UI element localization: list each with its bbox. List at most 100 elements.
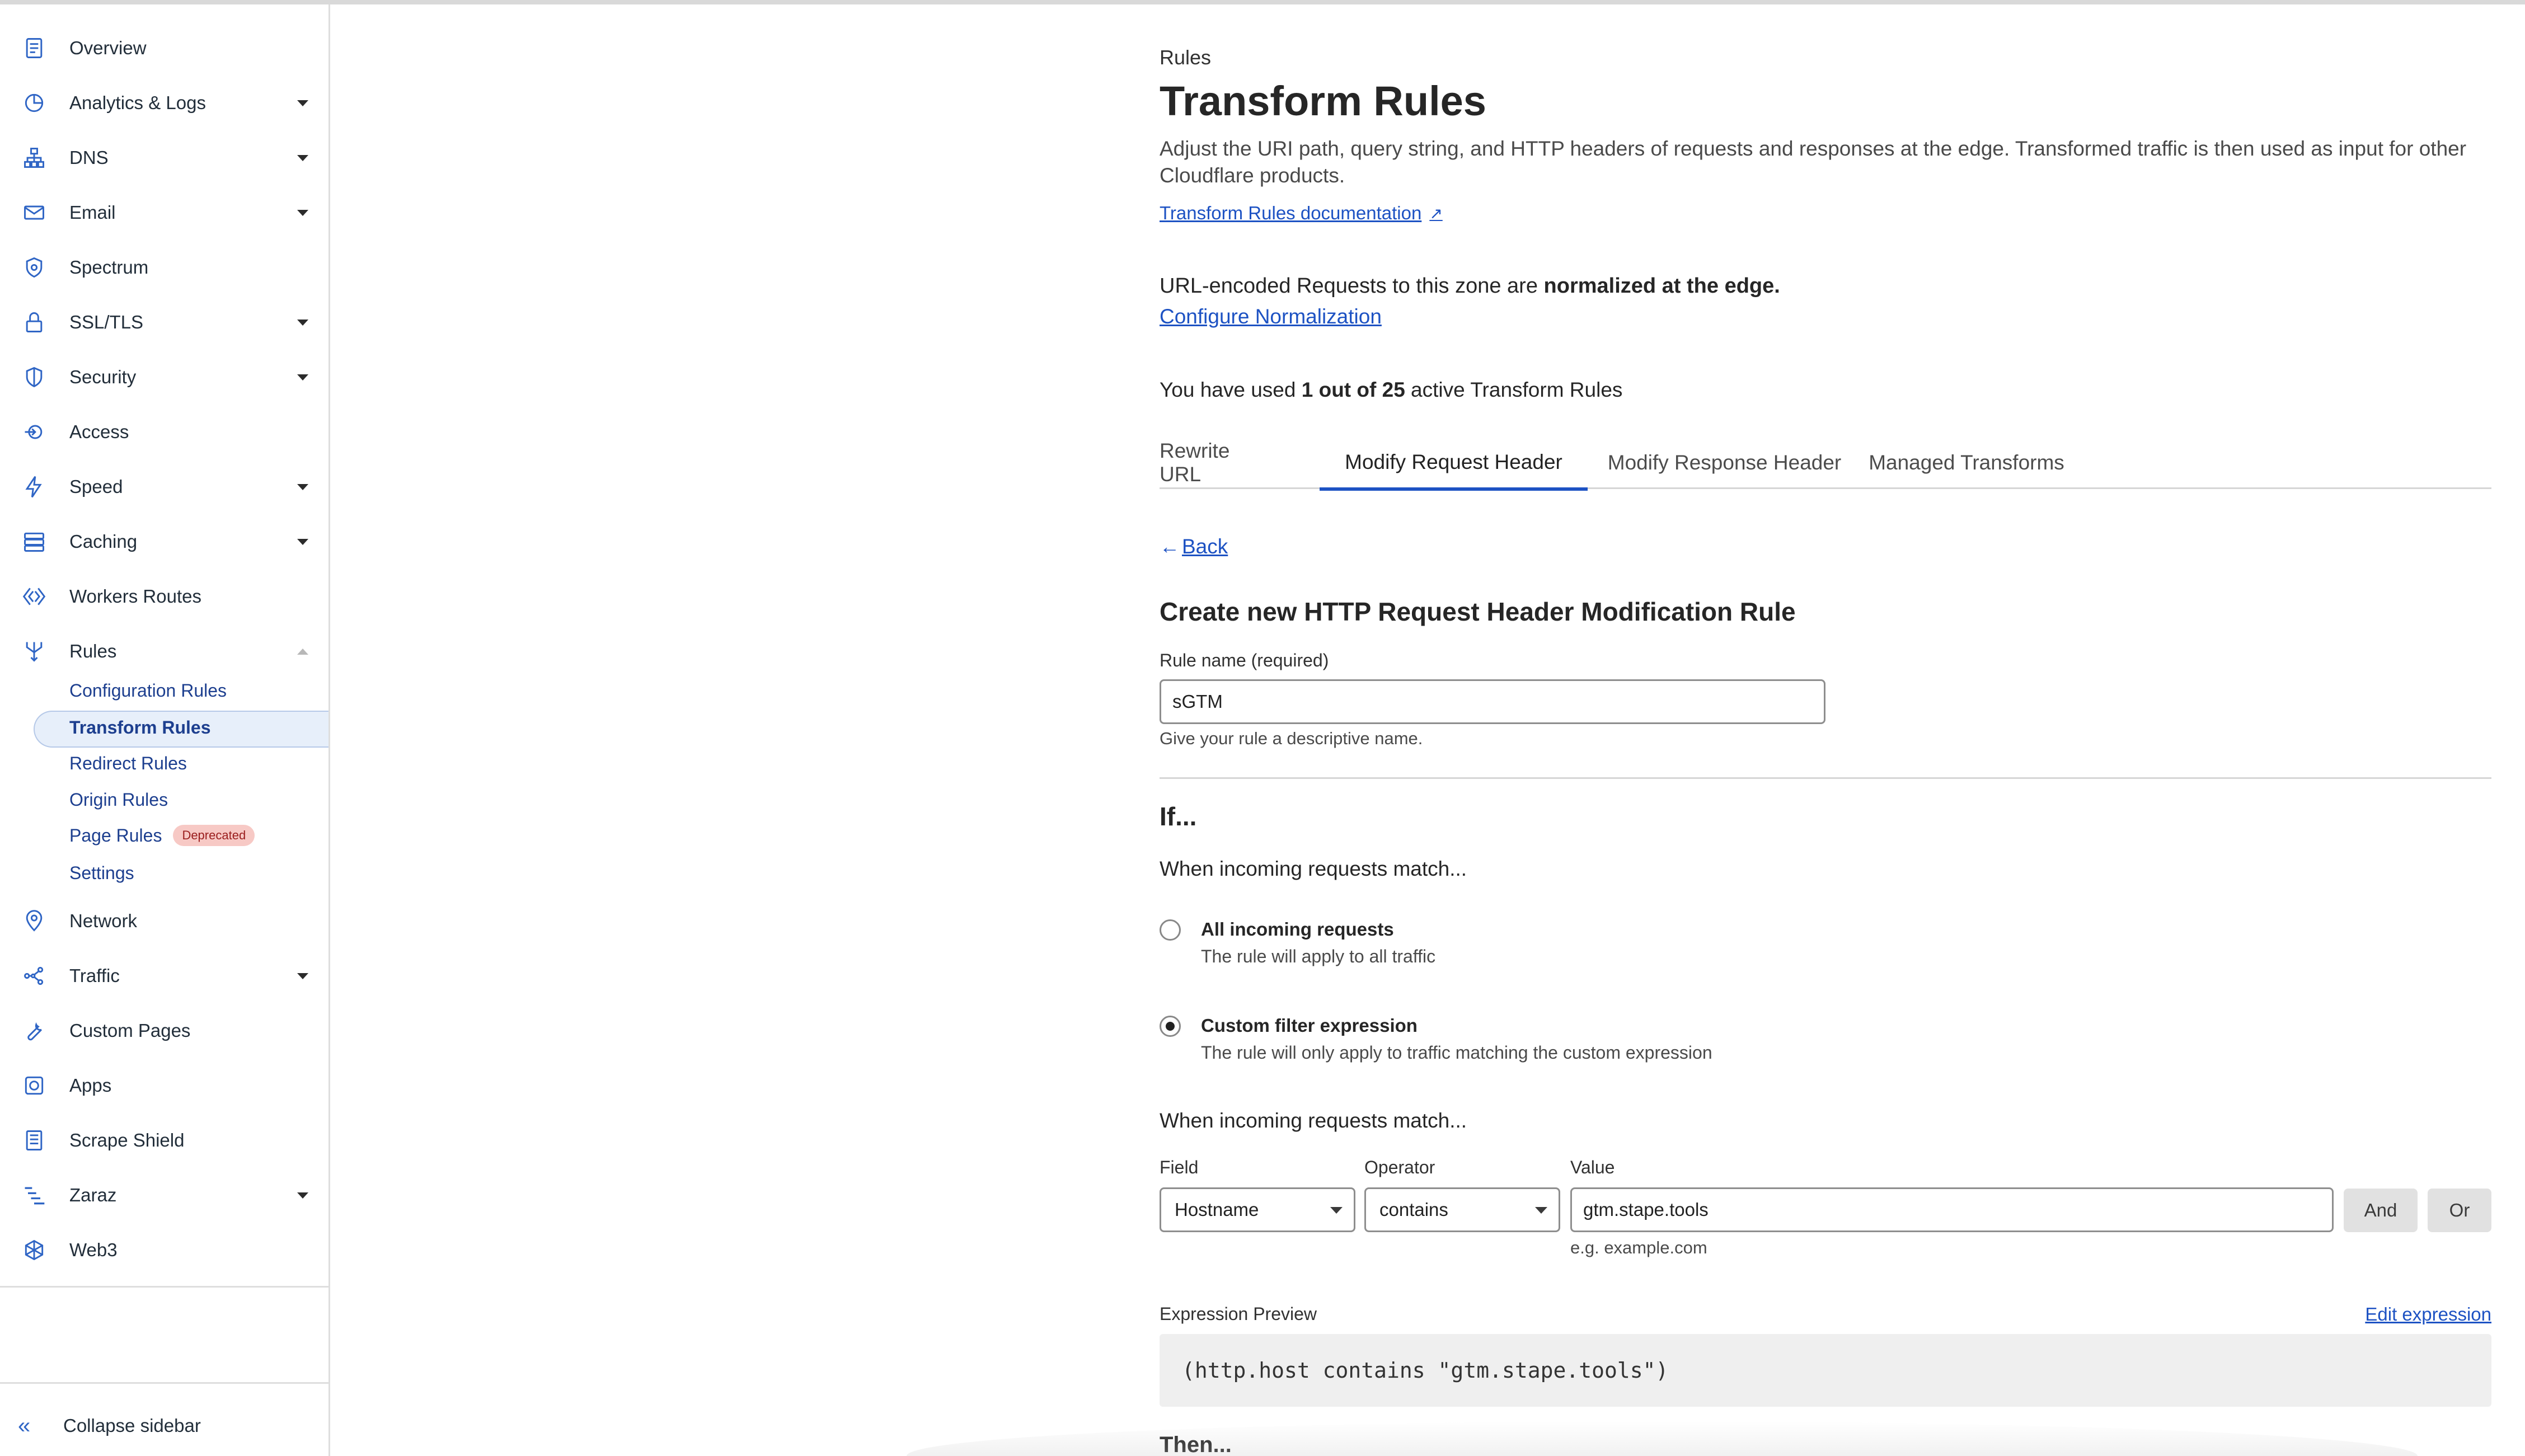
sidebar-item-rules[interactable]: Rules (0, 629, 328, 674)
sidebar-item-analytics-logs[interactable]: Analytics & Logs (0, 81, 328, 125)
sidebar-item-overview[interactable]: Overview (0, 26, 328, 71)
sidebar-subitem-transform-rules[interactable]: Transform Rules (69, 717, 211, 738)
sidebar-item-label: Custom Pages (69, 1020, 191, 1041)
envelope-icon (20, 199, 48, 227)
tab-label: Modify Response Header (1607, 451, 1842, 474)
sidebar-item-label: Speed (69, 476, 123, 497)
chevron-down-icon (297, 538, 308, 545)
chevron-up-icon (297, 648, 308, 655)
radio-custom-filter-expression[interactable] (1160, 1016, 1181, 1037)
field-select[interactable]: Hostname (1160, 1187, 1355, 1232)
tab-modify-response-header[interactable]: Modify Response Header (1603, 436, 1846, 489)
sidebar-item-label: Security (69, 367, 137, 387)
chevron-down-icon (297, 209, 308, 216)
sidebar-item-label: Spectrum (69, 257, 149, 278)
chevron-down-icon (297, 483, 308, 490)
sidebar-item-zaraz[interactable]: Zaraz (0, 1173, 328, 1218)
operator-select[interactable]: contains (1364, 1187, 1560, 1232)
sidebar-item-dns[interactable]: DNS (0, 135, 328, 180)
zaraz-lines-icon (20, 1181, 48, 1209)
sidebar-item-label: Analytics & Logs (69, 92, 206, 113)
edit-expression-link[interactable]: Edit expression (2365, 1304, 2491, 1325)
sidebar-subitem-page-rules[interactable]: Page Rules Deprecated (69, 825, 255, 846)
usage-count: 1 out of 25 (1301, 378, 1405, 401)
sidebar-item-label: Rules (69, 641, 117, 661)
sidebar-item-apps[interactable]: Apps (0, 1063, 328, 1108)
sidebar-item-speed[interactable]: Speed (0, 464, 328, 509)
documentation-link[interactable]: Transform Rules documentation ↗ (1160, 203, 1443, 224)
tab-label: Rewrite URL (1160, 439, 1230, 486)
usage-prefix: You have used (1160, 378, 1302, 401)
sidebar-item-label: Traffic (69, 965, 120, 986)
sidebar-item-access[interactable]: Access (0, 410, 328, 454)
shield-gear-icon (20, 253, 48, 281)
radio-all-incoming-requests[interactable] (1160, 919, 1181, 941)
sidebar-item-ssl-tls[interactable]: SSL/TLS (0, 300, 328, 345)
sidebar-subitem-settings[interactable]: Settings (69, 863, 134, 884)
if-title: If... (1160, 802, 1197, 831)
web3-hex-icon (20, 1236, 48, 1264)
tab-managed-transforms[interactable]: Managed Transforms (1863, 436, 2070, 489)
sidebar-item-label: Email (69, 202, 116, 223)
rule-name-help: Give your rule a descriptive name. (1160, 729, 1423, 748)
shield-icon (20, 363, 48, 391)
sidebar-item-label: Scrape Shield (69, 1130, 185, 1150)
sidebar-item-traffic[interactable]: Traffic (0, 954, 328, 998)
collapse-sidebar-button[interactable]: « Collapse sidebar (0, 1403, 328, 1448)
breadcrumb: Rules (1160, 46, 1212, 69)
normalization-bold-text: normalized at the edge. (1543, 274, 1780, 298)
sidebar-item-security[interactable]: Security (0, 355, 328, 400)
sidebar-item-email[interactable]: Email (0, 190, 328, 235)
main-content: Rules Transform Rules Adjust the URI pat… (1160, 0, 2491, 1456)
documentation-link-label: Transform Rules documentation (1160, 203, 1422, 223)
sidebar-item-spectrum[interactable]: Spectrum (0, 245, 328, 290)
sidebar-item-custom-pages[interactable]: Custom Pages (0, 1008, 328, 1053)
share-nodes-icon (20, 962, 48, 990)
rule-name-input[interactable]: sGTM (1160, 679, 1825, 724)
operator-select-value: contains (1379, 1199, 1448, 1220)
network-tree-icon (20, 144, 48, 172)
configure-normalization-link[interactable]: Configure Normalization (1160, 305, 1382, 328)
sidebar-subitem-label: Configuration Rules (69, 680, 227, 701)
access-loop-icon (20, 418, 48, 446)
sidebar-item-label: Web3 (69, 1239, 118, 1260)
collapse-sidebar-label: Collapse sidebar (63, 1415, 201, 1436)
or-button[interactable]: Or (2428, 1189, 2491, 1232)
external-link-icon: ↗ (1429, 204, 1443, 222)
lightning-icon (20, 473, 48, 501)
match-heading: When incoming requests match... (1160, 857, 1467, 880)
page-title: Transform Rules (1160, 78, 1486, 124)
fork-icon (20, 637, 48, 665)
and-button[interactable]: And (2344, 1189, 2418, 1232)
lock-icon (20, 308, 48, 336)
then-title: Then... (1160, 1432, 1232, 1456)
match-heading-2: When incoming requests match... (1160, 1109, 1467, 1132)
value-input[interactable]: gtm.stape.tools (1570, 1187, 2334, 1232)
field-column-label: Field (1160, 1157, 1199, 1177)
field-select-value: Hostname (1175, 1199, 1259, 1220)
chevron-down-icon (297, 1192, 308, 1199)
sidebar-item-workers-routes[interactable]: Workers Routes (0, 574, 328, 619)
sidebar-item-network[interactable]: Network (0, 899, 328, 943)
sidebar-item-label: DNS (69, 147, 109, 168)
tab-label: Modify Request Header (1345, 450, 1562, 473)
file-lines-icon (20, 1126, 48, 1154)
caret-down-icon (1330, 1207, 1343, 1214)
chevron-down-icon (297, 100, 308, 106)
sidebar-subitem-origin-rules[interactable]: Origin Rules (69, 790, 168, 810)
sidebar-item-web3[interactable]: Web3 (0, 1228, 328, 1272)
sidebar-item-label: Apps (69, 1075, 112, 1096)
tab-modify-request-header[interactable]: Modify Request Header (1320, 436, 1588, 491)
page-description: Adjust the URI path, query string, and H… (1160, 137, 2467, 187)
value-help: e.g. example.com (1570, 1238, 1707, 1257)
tab-rewrite-url[interactable]: Rewrite URL (1160, 436, 1239, 489)
form-title: Create new HTTP Request Header Modificat… (1160, 597, 1796, 626)
pie-chart-icon (20, 89, 48, 117)
normalization-notice: URL-encoded Requests to this zone are no… (1160, 274, 1780, 298)
back-link[interactable]: ← Back (1160, 535, 1228, 558)
server-stack-icon (20, 528, 48, 556)
sidebar-item-scrape-shield[interactable]: Scrape Shield (0, 1118, 328, 1163)
sidebar-subitem-configuration-rules[interactable]: Configuration Rules (69, 680, 227, 701)
sidebar-item-caching[interactable]: Caching (0, 519, 328, 564)
sidebar-subitem-redirect-rules[interactable]: Redirect Rules (69, 753, 187, 774)
